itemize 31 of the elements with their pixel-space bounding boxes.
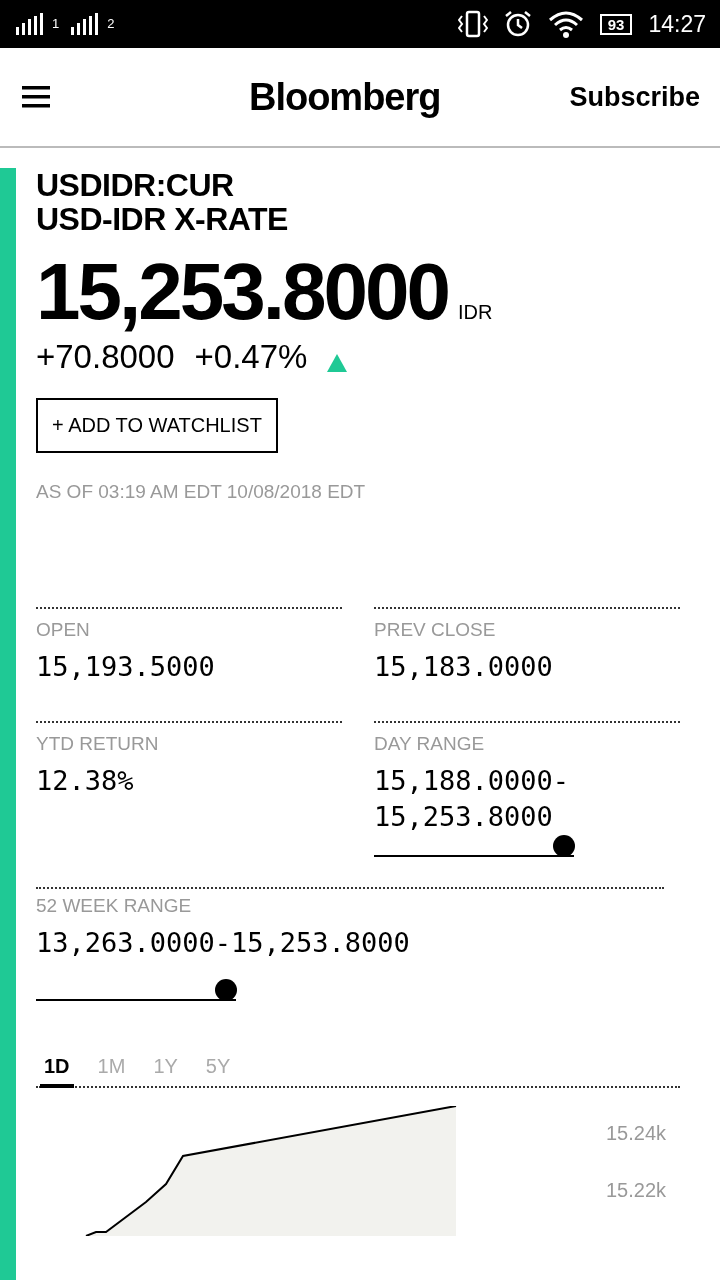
wifi-icon bbox=[547, 10, 584, 38]
sim-number: 2 bbox=[107, 16, 115, 31]
subscribe-link[interactable]: Subscribe bbox=[569, 81, 700, 113]
ticker-symbol: USDIDR:CUR bbox=[36, 168, 235, 202]
timestamp: AS OF 03:19 AM EDT 10/08/2018 EDT bbox=[36, 481, 367, 503]
stat-label: 52 WEEK RANGE bbox=[36, 894, 193, 918]
currency: IDR bbox=[457, 301, 493, 324]
add-to-watchlist-button[interactable]: + ADD TO WATCHLIST bbox=[36, 398, 278, 453]
stat-label: OPEN bbox=[36, 618, 91, 642]
stat-label: PREV CLOSE bbox=[374, 618, 497, 642]
battery-indicator: 93 bbox=[599, 13, 633, 35]
stat-value: 15,183.0000 bbox=[374, 650, 554, 684]
logo[interactable]: Bloomberg bbox=[248, 75, 441, 119]
instrument-name: USD-IDR X-RATE bbox=[36, 202, 289, 236]
stat-value: 15,188.0000-15,253.8000 bbox=[374, 764, 571, 834]
price: 15,253.8000 bbox=[36, 246, 448, 338]
clock-time: 14:27 bbox=[648, 10, 706, 38]
percent-change: +0.47% bbox=[194, 338, 308, 376]
axis-label: 15.24k bbox=[606, 1122, 667, 1145]
stat-value: 12.38% bbox=[36, 764, 135, 798]
stat-label: DAY RANGE bbox=[374, 732, 486, 756]
stat-value: 13,263.0000-15,253.8000 bbox=[36, 926, 411, 960]
sim-number: 1 bbox=[52, 16, 60, 31]
stat-label: YTD RETURN bbox=[36, 732, 160, 756]
alarm-icon bbox=[503, 10, 532, 38]
axis-label: 15.22k bbox=[606, 1179, 667, 1202]
price-change: +70.8000 bbox=[36, 338, 175, 376]
menu-icon[interactable] bbox=[22, 86, 50, 108]
period-tab[interactable]: 1D bbox=[40, 1051, 74, 1088]
vibrate-icon bbox=[457, 10, 488, 38]
stat-value: 15,193.5000 bbox=[36, 650, 216, 684]
